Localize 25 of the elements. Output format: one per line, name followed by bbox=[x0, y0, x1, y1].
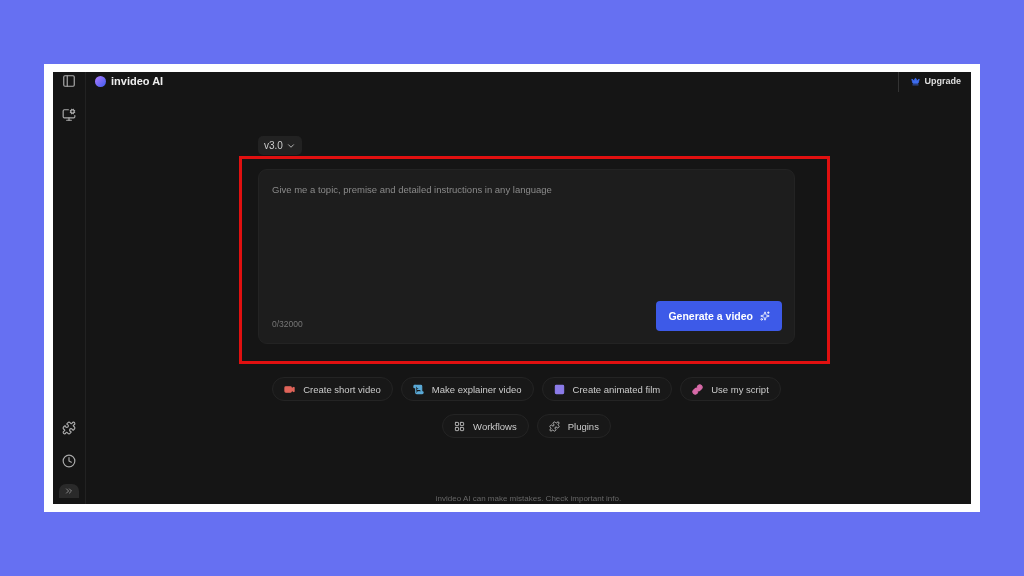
action-chip[interactable]: Plugins bbox=[536, 414, 611, 438]
prompt-input[interactable]: Give me a topic, premise and detailed instructions in any language bbox=[272, 184, 782, 301]
chevrons-right-icon bbox=[64, 486, 74, 496]
action-chip[interactable]: Create animated film bbox=[541, 377, 673, 401]
action-chip[interactable]: Use my script bbox=[680, 377, 781, 401]
action-chip[interactable]: Make explainer video bbox=[400, 377, 534, 401]
prompt-field[interactable]: Give me a topic, premise and detailed instructions in any language 0/32000 Generate a video bbox=[258, 169, 795, 344]
character-counter: 0/32000 bbox=[272, 319, 303, 329]
upgrade-button[interactable]: Upgrade bbox=[898, 72, 961, 92]
action-chip[interactable]: Create short video bbox=[272, 377, 393, 401]
expand-button[interactable] bbox=[59, 484, 79, 498]
disclaimer-text: invideo AI can make mistakes. Check important info. bbox=[435, 494, 622, 503]
clock-icon[interactable] bbox=[62, 454, 76, 468]
grid-icon bbox=[454, 420, 466, 432]
sidebar-toggle-icon[interactable] bbox=[62, 74, 76, 88]
crown-icon bbox=[911, 76, 921, 86]
logo-icon bbox=[95, 75, 106, 87]
generate-button[interactable]: Generate a video bbox=[656, 301, 782, 331]
sparkle-icon bbox=[760, 311, 770, 321]
action-chip[interactable]: Workflows bbox=[442, 414, 529, 438]
monitor-icon[interactable] bbox=[62, 108, 76, 122]
app-title: invideo AI bbox=[111, 75, 164, 87]
version-dropdown[interactable]: v3.0 bbox=[258, 136, 302, 155]
puzzle-icon bbox=[548, 420, 560, 432]
puzzle-icon[interactable] bbox=[62, 421, 76, 435]
